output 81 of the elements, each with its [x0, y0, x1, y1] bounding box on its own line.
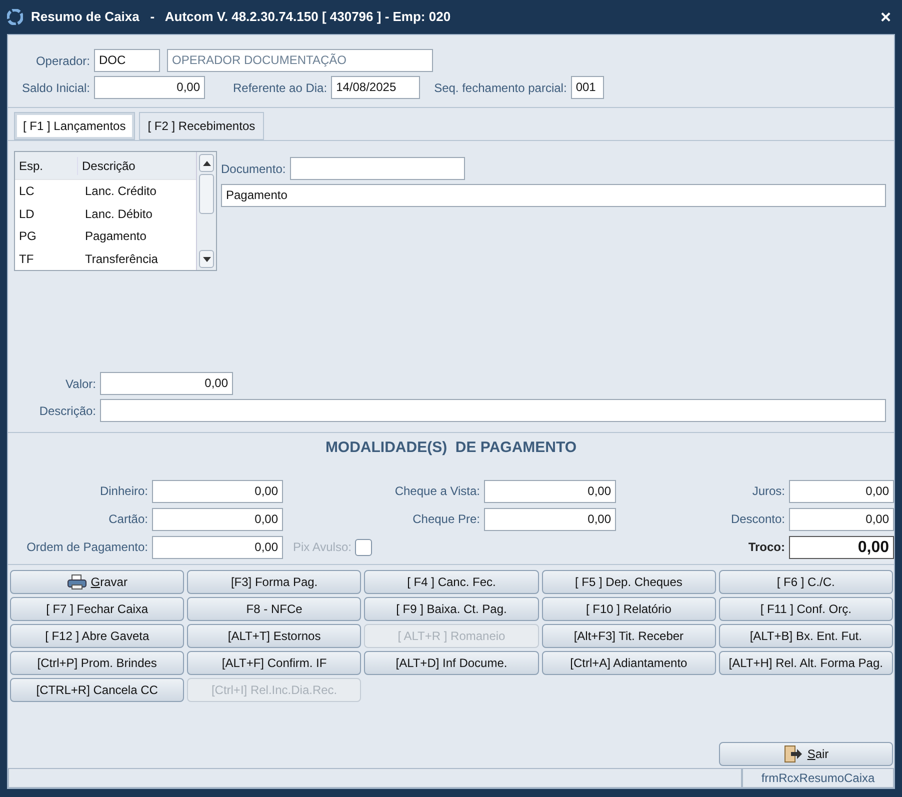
scrollbar[interactable]	[196, 152, 216, 270]
action-button[interactable]: [ F10 ] Relatório	[542, 596, 716, 620]
field-label: Valor:	[64, 376, 96, 392]
action-button[interactable]: [ F9 ] Baixa. Ct. Pag.	[364, 596, 539, 620]
exit-door-icon	[783, 745, 804, 763]
column-header: Descrição	[77, 156, 187, 174]
field-label: Desconto:	[730, 511, 785, 528]
status-text: frmRcxResumoCaixa	[742, 768, 894, 788]
operator-name-field[interactable]: OPERADOR DOCUMENTAÇÃO	[167, 49, 433, 72]
action-button[interactable]: [ F5 ] Dep. Cheques	[542, 570, 716, 594]
action-button[interactable]: [ F12 ] Abre Gaveta	[10, 624, 184, 648]
list-row[interactable]: LD Lanc. Débito	[15, 202, 196, 225]
list-row[interactable]: PG Pagamento	[15, 225, 196, 248]
scroll-up-icon[interactable]	[202, 160, 210, 166]
action-button[interactable]: [Alt+F3] Tit. Receber	[542, 624, 716, 648]
table-cell-text: Lanc. Crédito	[84, 183, 156, 200]
field-label: Cartão:	[108, 511, 148, 528]
scroll-down-icon[interactable]	[202, 256, 210, 262]
document-field[interactable]	[290, 157, 465, 180]
field-label: Referente ao Dia:	[233, 80, 328, 96]
action-button[interactable]: [ F11 ] Conf. Orç.	[718, 596, 893, 620]
action-button[interactable]: [CTRL+R] Cancela CC	[10, 678, 184, 702]
field-label: Descrição:	[38, 402, 96, 420]
list-row[interactable]: TF Transferência	[15, 248, 196, 270]
action-button[interactable]: [ALT+F] Confirm. IF	[187, 650, 362, 674]
entry-type-field[interactable]: Pagamento	[221, 184, 886, 207]
field-label: Operador:	[34, 52, 90, 70]
window-title: Resumo de Caixa - Autcom V. 48.2.30.74.150 [ 430796 ] - Emp: 020	[31, 8, 452, 26]
date-field[interactable]: 14/08/2025	[331, 76, 420, 99]
action-button[interactable]: F8 - NFCe	[187, 596, 362, 620]
table-cell-text: Lanc. Débito	[84, 206, 152, 223]
table-cell-text: Transferência	[84, 250, 158, 268]
field-label: Ordem de Pagamento:	[26, 539, 148, 556]
field-label: Cheque a Vista:	[394, 483, 480, 500]
operator-code-field[interactable]: DOC	[94, 49, 160, 72]
tab[interactable]: [ F2 ] Recebimentos	[138, 112, 264, 140]
tab[interactable]: [ F1 ] Lançamentos	[14, 112, 135, 140]
action-button[interactable]: [Ctrl+A] Adiantamento	[542, 650, 716, 674]
action-button[interactable]: [F3] Forma Pag.	[187, 570, 362, 594]
amount-field[interactable]: 0,00	[484, 508, 616, 530]
amount-field[interactable]: 0,00	[789, 508, 894, 530]
field-label: Saldo Inicial:	[20, 80, 90, 96]
amount-field[interactable]: 0,00	[789, 536, 894, 558]
list-row[interactable]: LC Lanc. Crédito	[15, 180, 196, 202]
field-label: Documento:	[221, 160, 286, 178]
amount-field[interactable]: 0,00	[484, 480, 616, 502]
amount-field[interactable]: 0,00	[152, 480, 283, 502]
section-title: MODALIDADE(S) DE PAGAMENTO	[325, 438, 577, 458]
description-field[interactable]	[100, 399, 886, 422]
app-logo-icon	[7, 9, 23, 25]
close-button[interactable]: ×	[880, 4, 891, 30]
exit-button[interactable]: Sair	[719, 742, 893, 766]
action-button[interactable]: [ F4 ] Canc. Fec.	[364, 570, 539, 594]
entry-type-list[interactable]: Esp. Descrição LC Lanc. Crédito LD Lanc. Débito PG Pagamento TF Transferência	[14, 151, 217, 271]
action-button[interactable]: [ F7 ] Fechar Caixa	[10, 596, 184, 620]
action-button[interactable]: [ALT+B] Bx. Ent. Fut.	[718, 624, 893, 648]
amount-field[interactable]: 0,00	[789, 480, 894, 502]
amount-field[interactable]: 0,00	[152, 508, 283, 530]
action-button[interactable]: [ALT+T] Estornos	[187, 624, 362, 648]
table-cell-text: LD	[18, 206, 36, 223]
column-header: Esp.	[18, 158, 44, 174]
table-cell-text: PG	[18, 228, 38, 246]
table-cell-text: Pagamento	[84, 228, 146, 246]
action-button[interactable]: [ F6 ] C./C.	[718, 570, 893, 594]
printer-icon	[66, 574, 87, 590]
field-label: Juros:	[751, 483, 785, 500]
action-button[interactable]: [Ctrl+P] Prom. Brindes	[10, 650, 184, 674]
field-label: Dinheiro:	[98, 483, 148, 500]
action-button[interactable]: Gravar	[10, 570, 184, 594]
balance-field[interactable]: 0,00	[94, 76, 205, 99]
field-label: Seq. fechamento parcial:	[434, 80, 567, 96]
field-label: Pix Avulso:	[293, 539, 352, 556]
amount-field[interactable]: 0,00	[152, 536, 283, 558]
table-cell-text: TF	[18, 250, 35, 268]
field-label: Troco:	[747, 539, 785, 556]
amount-field[interactable]: 0,00	[100, 372, 233, 395]
sequence-field[interactable]: 001	[570, 76, 604, 99]
field-label: Cheque Pre:	[412, 511, 480, 528]
table-cell-text: LC	[18, 183, 36, 200]
action-button[interactable]: [ALT+H] Rel. Alt. Forma Pag.	[718, 650, 893, 674]
action-button[interactable]: [ALT+D] Inf Docume.	[364, 650, 539, 674]
